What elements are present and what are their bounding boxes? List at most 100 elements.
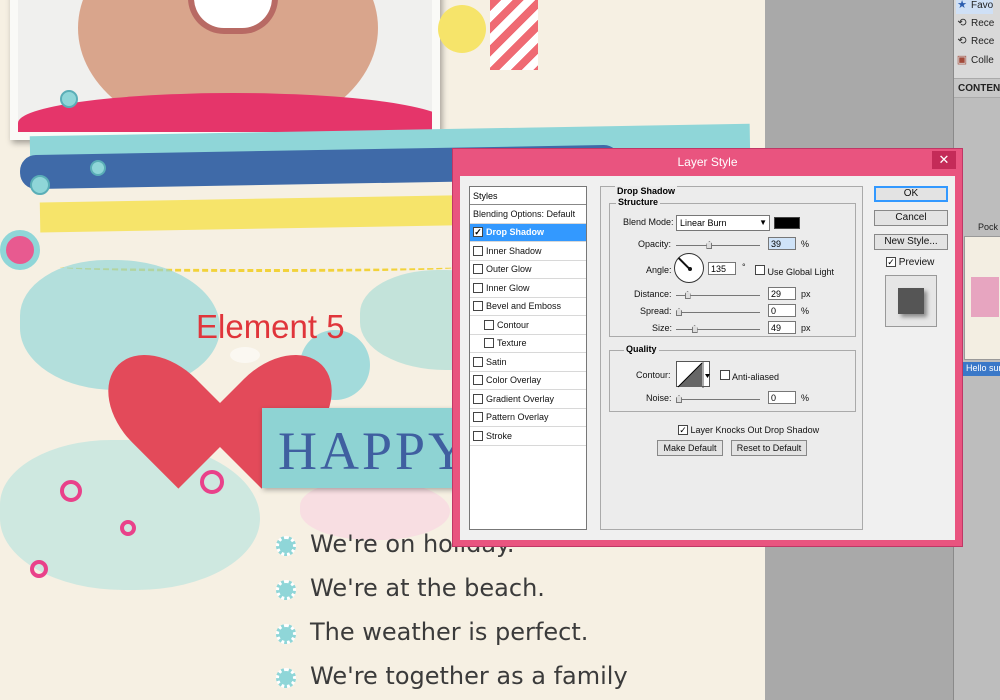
opacity-input[interactable]: 39	[768, 237, 796, 250]
noise-slider[interactable]	[676, 395, 760, 403]
pink-dot	[120, 520, 136, 536]
styles-header[interactable]: Styles	[470, 187, 586, 205]
style-item-label: Bevel and Emboss	[486, 301, 562, 312]
style-item-drop-shadow[interactable]: Drop Shadow	[470, 223, 586, 242]
style-item-label: Inner Shadow	[486, 245, 542, 256]
distance-slider[interactable]	[676, 291, 760, 299]
distance-input[interactable]: 29	[768, 287, 796, 300]
banner-title: HAPPY	[278, 421, 471, 481]
style-item-texture[interactable]: Texture	[470, 335, 586, 353]
knockout-checkbox[interactable]: Layer Knocks Out Drop Shadow	[678, 425, 819, 435]
new-style-button[interactable]: New Style...	[874, 234, 948, 250]
style-item-blending-options-default[interactable]: Blending Options: Default	[470, 205, 586, 224]
style-item-label: Pattern Overlay	[486, 412, 549, 423]
unit-label: px	[801, 289, 811, 299]
checkbox[interactable]	[678, 425, 688, 435]
anti-aliased-checkbox[interactable]: Anti-aliased	[720, 370, 779, 382]
checkbox[interactable]	[473, 412, 483, 423]
pink-flower-element	[0, 230, 40, 270]
style-item-inner-glow[interactable]: Inner Glow	[470, 279, 586, 298]
style-item-satin[interactable]: Satin	[470, 353, 586, 372]
slider-handle[interactable]	[676, 308, 682, 316]
panel-item-recent[interactable]: ⟲ Rece	[956, 14, 994, 32]
checkbox[interactable]	[473, 245, 483, 256]
size-slider[interactable]	[676, 325, 760, 333]
journal-text: The weather is perfect.	[310, 618, 589, 646]
quality-title: Quality	[624, 344, 659, 354]
thumbnail-label: Pock	[978, 222, 999, 232]
preview-checkbox[interactable]: Preview	[886, 257, 934, 268]
checkbox[interactable]	[473, 301, 483, 312]
collection-icon: ▣	[956, 54, 968, 66]
content-section-title: CONTENT	[954, 78, 1000, 98]
panel-item-label: Favo	[971, 0, 994, 11]
preview-label: Preview	[898, 257, 935, 268]
checkbox[interactable]	[484, 319, 494, 330]
close-button[interactable]: ✕	[932, 151, 956, 169]
structure-group: Structure Blend Mode: Linear Burn ▼ Opac…	[609, 197, 856, 337]
checkbox[interactable]	[720, 370, 730, 380]
noise-input[interactable]: 0	[768, 391, 796, 404]
spread-slider[interactable]	[676, 308, 760, 316]
checkbox[interactable]	[473, 430, 483, 441]
pink-dot	[200, 470, 224, 494]
reset-default-button[interactable]: Reset to Default	[731, 440, 807, 456]
style-item-outer-glow[interactable]: Outer Glow	[470, 261, 586, 279]
quality-group: Quality Contour: Anti-aliased Noise: 0 %	[609, 344, 856, 412]
style-item-label: Drop Shadow	[486, 227, 544, 238]
checkbox[interactable]	[886, 257, 896, 267]
ok-button[interactable]: OK	[874, 186, 948, 202]
flower-bullet-icon	[276, 668, 296, 688]
checkbox[interactable]	[473, 264, 483, 275]
slider-handle[interactable]	[691, 325, 698, 333]
contour-picker[interactable]	[676, 361, 710, 388]
checkbox[interactable]	[473, 282, 483, 293]
content-thumbnail[interactable]	[964, 236, 1000, 360]
style-item-bevel-and-emboss[interactable]: Bevel and Emboss	[470, 298, 586, 316]
contour-label: Contour:	[636, 370, 671, 380]
checkbox[interactable]	[473, 356, 483, 367]
size-input[interactable]: 49	[768, 321, 796, 334]
style-item-label: Outer Glow	[486, 264, 532, 275]
opacity-slider[interactable]	[676, 241, 760, 249]
checkbox[interactable]	[473, 393, 483, 404]
thumbnail-caption[interactable]: Hello sunsh	[962, 362, 1000, 376]
checkbox[interactable]	[473, 227, 483, 238]
angle-input[interactable]: 135	[708, 262, 736, 275]
spread-input[interactable]: 0	[768, 304, 796, 317]
panel-item-recent[interactable]: ⟲ Rece	[956, 32, 994, 50]
checkbox[interactable]	[473, 375, 483, 386]
style-item-color-overlay[interactable]: Color Overlay	[470, 372, 586, 390]
style-item-contour[interactable]: Contour	[470, 316, 586, 335]
panel-item-label: Rece	[971, 17, 995, 29]
checkbox[interactable]	[484, 338, 494, 349]
shadow-color-swatch[interactable]	[774, 217, 800, 229]
styles-list: Styles Blending Options: Default Drop Sha…	[469, 186, 587, 530]
blend-mode-label: Blend Mode:	[623, 217, 674, 227]
checkbox[interactable]	[755, 265, 765, 275]
slider-handle[interactable]	[676, 395, 682, 403]
style-item-label: Stroke	[486, 430, 513, 441]
style-item-label: Blending Options: Default	[473, 208, 576, 219]
panel-item-collections[interactable]: ▣ Colle	[956, 51, 994, 69]
journal-text: We're at the beach.	[310, 574, 545, 602]
structure-title: Structure	[616, 197, 661, 207]
style-item-label: Texture	[497, 338, 527, 349]
style-item-stroke[interactable]: Stroke	[470, 427, 586, 446]
style-item-inner-shadow[interactable]: Inner Shadow	[470, 242, 586, 261]
slider-handle[interactable]	[684, 291, 691, 299]
blend-mode-value: Linear Burn	[680, 218, 727, 228]
pink-dot	[30, 560, 48, 578]
unit-label: %	[801, 239, 810, 249]
bead-element	[90, 160, 106, 176]
angle-dial[interactable]	[674, 253, 704, 283]
style-item-gradient-overlay[interactable]: Gradient Overlay	[470, 390, 586, 409]
dialog-titlebar[interactable]: Layer Style ✕	[453, 149, 962, 175]
make-default-button[interactable]: Make Default	[657, 440, 723, 456]
slider-handle[interactable]	[706, 241, 713, 249]
blend-mode-select[interactable]: Linear Burn ▼	[676, 215, 770, 231]
style-item-pattern-overlay[interactable]: Pattern Overlay	[470, 409, 586, 427]
cancel-button[interactable]: Cancel	[874, 210, 948, 226]
global-light-checkbox[interactable]: Use Global Light	[755, 265, 834, 277]
panel-item-favorites[interactable]: ★ Favo	[956, 0, 994, 14]
